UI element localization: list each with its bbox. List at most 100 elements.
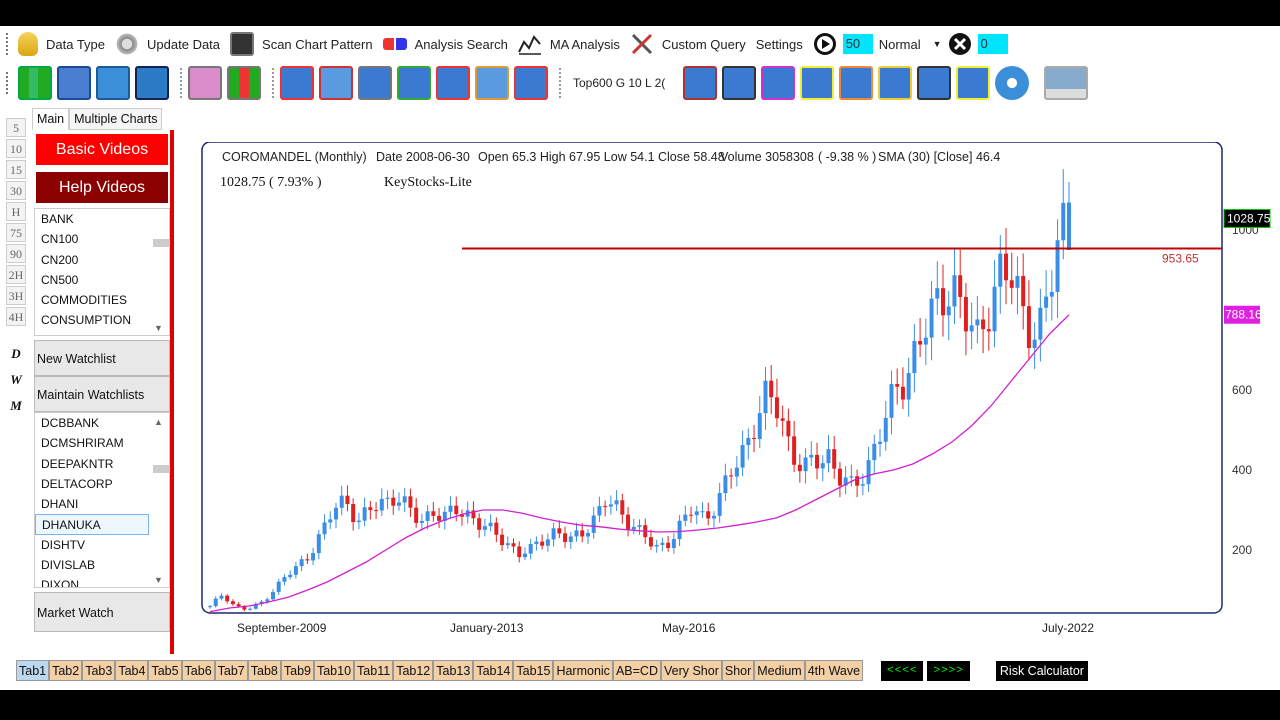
list-item[interactable]: CN200 bbox=[35, 250, 169, 270]
chevron-down-icon[interactable]: ▼ bbox=[154, 575, 163, 585]
bottom-tab[interactable]: Tab14 bbox=[473, 660, 514, 681]
bottom-tab[interactable]: Tab10 bbox=[313, 660, 355, 681]
chevron-up-icon[interactable]: ▲ bbox=[154, 417, 163, 427]
custom-query-menu[interactable]: Custom Query bbox=[630, 29, 746, 59]
ohlc-bars-icon[interactable] bbox=[57, 66, 91, 100]
wave-tool-2-icon[interactable] bbox=[722, 66, 756, 100]
play-icon[interactable] bbox=[813, 32, 837, 56]
stock-list-scrollbar[interactable]: ▲ ▼ bbox=[151, 413, 169, 587]
scrollbar-thumb[interactable] bbox=[153, 239, 169, 247]
bottom-tab[interactable]: Tab1 bbox=[16, 660, 50, 681]
candlestick-icon[interactable] bbox=[18, 66, 52, 100]
monitor-icon[interactable] bbox=[1044, 66, 1088, 100]
bottom-tab[interactable]: Tab13 bbox=[433, 660, 474, 681]
list-item[interactable]: DCBBANK bbox=[35, 413, 169, 433]
data-type-menu[interactable]: Data Type bbox=[18, 29, 105, 59]
list-item[interactable]: DISHTV bbox=[35, 535, 169, 555]
bottom-tab[interactable]: Harmonic bbox=[553, 660, 613, 681]
pattern-tool-6-icon[interactable] bbox=[475, 66, 509, 100]
list-item[interactable]: DELTACORP bbox=[35, 474, 169, 494]
pattern-tool-3-icon[interactable] bbox=[358, 66, 392, 100]
speed-mode-select[interactable]: Normal bbox=[879, 37, 921, 52]
scrollbar-thumb[interactable] bbox=[153, 465, 169, 473]
bottom-tab[interactable]: Very Shor bbox=[660, 660, 722, 681]
period-daily[interactable]: D bbox=[6, 346, 26, 372]
bottom-tab[interactable]: Medium bbox=[754, 660, 805, 681]
risk-calculator-button[interactable]: Risk Calculator bbox=[995, 660, 1088, 681]
timeframe-3h[interactable]: 3H bbox=[6, 286, 26, 305]
price-chart[interactable]: COROMANDEL (Monthly) Date 2008-06-30 Ope… bbox=[200, 141, 1272, 642]
bottom-tab[interactable]: 4th Wave bbox=[804, 660, 864, 681]
bottom-tab[interactable]: Tab3 bbox=[82, 660, 116, 681]
list-item-selected[interactable]: DHANUKA bbox=[35, 514, 149, 535]
list-item[interactable]: DIVISLAB bbox=[35, 555, 169, 575]
timeframe-10[interactable]: 10 bbox=[6, 139, 26, 158]
new-watchlist-button[interactable]: New Watchlist bbox=[34, 340, 170, 376]
timeframe-90[interactable]: 90 bbox=[6, 244, 26, 263]
list-item[interactable]: BANK bbox=[35, 209, 169, 229]
pattern-tool-5-icon[interactable] bbox=[436, 66, 470, 100]
timeframe-15[interactable]: 15 bbox=[6, 160, 26, 179]
wave-tool-6-icon[interactable] bbox=[878, 66, 912, 100]
next-button[interactable]: >>>> bbox=[927, 660, 970, 681]
list-item[interactable]: DIXON bbox=[35, 575, 169, 587]
bottom-tab[interactable]: Shor bbox=[721, 660, 755, 681]
counter-input[interactable]: 0 bbox=[977, 34, 1008, 54]
speed-input[interactable]: 50 bbox=[842, 34, 873, 54]
scan-list-select[interactable]: Top600 G 10 L 2( bbox=[573, 76, 677, 90]
toolbar-grip[interactable] bbox=[6, 33, 12, 55]
indicator-panel-icon[interactable] bbox=[188, 66, 222, 100]
heikin-ashi-icon[interactable] bbox=[135, 66, 169, 100]
market-watch-button[interactable]: Market Watch bbox=[34, 592, 170, 632]
panel-divider[interactable] bbox=[170, 130, 174, 654]
pattern-tool-7-icon[interactable] bbox=[514, 66, 548, 100]
help-videos-button[interactable]: Help Videos bbox=[36, 172, 168, 203]
wave-tool-1-icon[interactable] bbox=[683, 66, 717, 100]
sector-list-scrollbar[interactable]: ▼ bbox=[151, 209, 169, 335]
bottom-tab[interactable]: Tab8 bbox=[247, 660, 281, 681]
pattern-tool-2-icon[interactable] bbox=[319, 66, 353, 100]
chart-area[interactable]: COROMANDEL (Monthly) Date 2008-06-30 Ope… bbox=[200, 141, 1272, 642]
volume-bars-icon[interactable] bbox=[227, 66, 261, 100]
wave-tool-3-icon[interactable] bbox=[761, 66, 795, 100]
update-data-menu[interactable]: Update Data bbox=[115, 29, 220, 59]
ma-analysis-menu[interactable]: MA Analysis bbox=[517, 29, 620, 59]
bottom-tab[interactable]: Tab11 bbox=[354, 660, 394, 681]
toolbar-grip-2[interactable] bbox=[6, 72, 12, 94]
timeframe-30[interactable]: 30 bbox=[6, 181, 26, 200]
bottom-tab[interactable]: Tab6 bbox=[181, 660, 215, 681]
maintain-watchlists-button[interactable]: Maintain Watchlists bbox=[34, 376, 170, 412]
bottom-tab[interactable]: Tab2 bbox=[49, 660, 83, 681]
wave-tool-5-icon[interactable] bbox=[839, 66, 873, 100]
close-icon[interactable] bbox=[948, 32, 972, 56]
bottom-tab[interactable]: AB=CD bbox=[612, 660, 661, 681]
timeframe-5[interactable]: 5 bbox=[6, 118, 26, 137]
sector-list[interactable]: BANK CN100 CN200 CN500 COMMODITIES CONSU… bbox=[34, 208, 170, 336]
list-item[interactable]: DHANI bbox=[35, 494, 169, 514]
wave-tool-8-icon[interactable] bbox=[956, 66, 990, 100]
right-edge-scrollbar[interactable] bbox=[1274, 116, 1280, 656]
stock-list[interactable]: DCBBANK DCMSHRIRAM DEEPAKNTR DELTACORP D… bbox=[34, 412, 170, 588]
wave-tool-7-icon[interactable] bbox=[917, 66, 951, 100]
timeframe-75[interactable]: 75 bbox=[6, 223, 26, 242]
line-chart-tool-icon[interactable] bbox=[96, 66, 130, 100]
timeframe-2h[interactable]: 2H bbox=[6, 265, 26, 284]
chevron-down-icon[interactable]: ▼ bbox=[154, 323, 163, 333]
pattern-tool-1-icon[interactable] bbox=[280, 66, 314, 100]
pattern-tool-4-icon[interactable] bbox=[397, 66, 431, 100]
scan-chart-pattern-menu[interactable]: Scan Chart Pattern bbox=[230, 29, 373, 59]
basic-videos-button[interactable]: Basic Videos bbox=[36, 134, 168, 165]
list-item[interactable]: CN500 bbox=[35, 270, 169, 290]
bottom-tab[interactable]: Tab15 bbox=[513, 660, 554, 681]
tab-multiple-charts[interactable]: Multiple Charts bbox=[69, 108, 163, 130]
settings-menu[interactable]: Settings bbox=[756, 29, 803, 59]
prev-button[interactable]: <<<< bbox=[881, 660, 924, 681]
analysis-search-menu[interactable]: Analysis Search bbox=[382, 29, 508, 59]
period-monthly[interactable]: M bbox=[6, 398, 26, 424]
wave-tool-4-icon[interactable] bbox=[800, 66, 834, 100]
bottom-tab[interactable]: Tab12 bbox=[393, 660, 434, 681]
list-item[interactable]: DCMSHRIRAM bbox=[35, 433, 169, 453]
tab-main[interactable]: Main bbox=[32, 108, 70, 130]
bottom-tab[interactable]: Tab9 bbox=[280, 660, 314, 681]
list-item[interactable]: CN100 bbox=[35, 229, 169, 249]
